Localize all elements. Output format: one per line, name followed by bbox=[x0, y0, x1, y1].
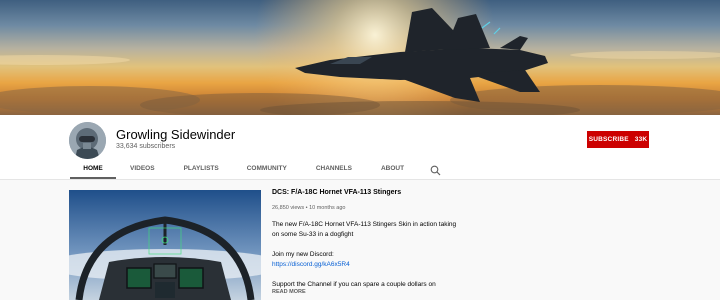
channel-tabs: HOME VIDEOS PLAYLISTS COMMUNITY CHANNELS… bbox=[70, 160, 441, 180]
subscriber-count: 33,634 subscribers bbox=[116, 143, 176, 150]
tab-home[interactable]: HOME bbox=[70, 160, 116, 179]
description-line: The new F/A-18C Hornet VFA-113 Stingers … bbox=[272, 221, 457, 238]
channel-banner bbox=[0, 0, 720, 115]
featured-video-thumbnail[interactable] bbox=[69, 190, 261, 300]
search-icon bbox=[430, 165, 441, 176]
channel-search-button[interactable] bbox=[430, 160, 441, 181]
tab-playlists[interactable]: PLAYLISTS bbox=[184, 160, 219, 179]
featured-video-meta: 26,850 views • 10 months ago bbox=[272, 205, 346, 211]
cockpit-thumbnail-image bbox=[69, 190, 261, 300]
channel-header: Growling Sidewinder 33,634 subscribers S… bbox=[0, 115, 720, 180]
tab-community[interactable]: COMMUNITY bbox=[247, 160, 287, 179]
discord-link[interactable]: https://discord.gg/kA6x5R4 bbox=[272, 261, 350, 268]
channel-name: Growling Sidewinder bbox=[116, 127, 236, 142]
tab-channels[interactable]: CHANNELS bbox=[316, 160, 352, 179]
featured-video-title[interactable]: DCS: F/A-18C Hornet VFA-113 Stingers bbox=[272, 189, 401, 196]
subscribe-button[interactable]: SUBSCRIBE 33K bbox=[587, 131, 649, 148]
subscribe-count: 33K bbox=[634, 136, 648, 143]
banner-artwork bbox=[0, 0, 720, 115]
featured-video-description: The new F/A-18C Hornet VFA-113 Stingers … bbox=[272, 220, 462, 290]
pilot-avatar-icon bbox=[69, 122, 106, 159]
description-discord-text: Join my new Discord: bbox=[272, 251, 334, 258]
read-more-button[interactable]: READ MORE bbox=[272, 289, 306, 295]
tab-about[interactable]: ABOUT bbox=[381, 160, 404, 179]
header-divider bbox=[0, 179, 720, 180]
subscribe-label: SUBSCRIBE bbox=[588, 136, 629, 143]
tab-videos[interactable]: VIDEOS bbox=[130, 160, 155, 179]
channel-avatar[interactable] bbox=[69, 122, 106, 159]
